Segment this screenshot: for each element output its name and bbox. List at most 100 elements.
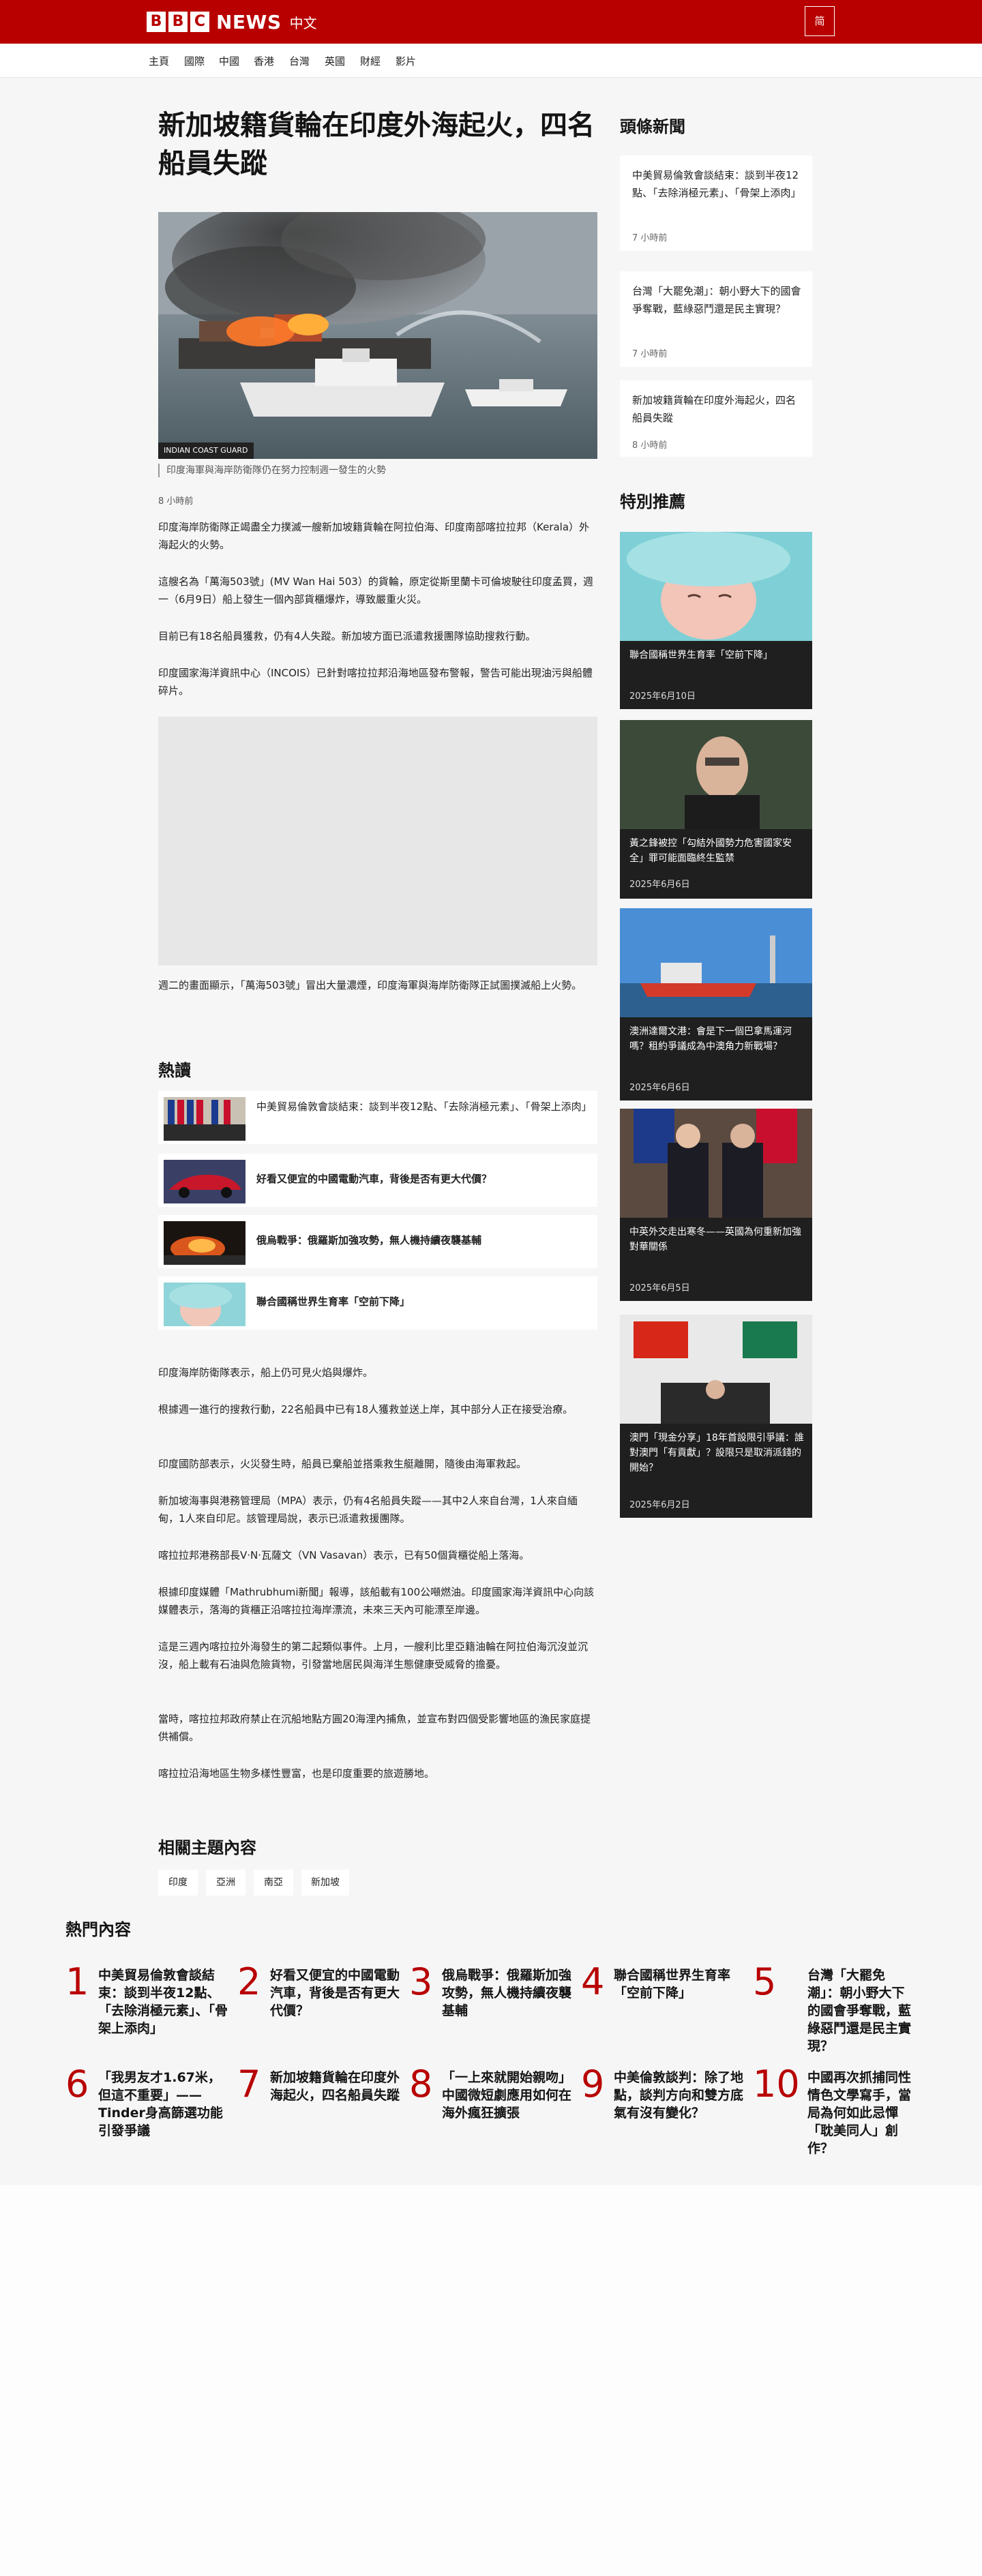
nav-item-home[interactable]: 主頁 [149,54,169,68]
bbc-news-logo[interactable]: B B C NEWS 中文 [147,10,317,33]
nav-bar: 主頁 國際 中國 香港 台灣 英國 財經 影片 [0,44,982,78]
article-paragraph: 喀拉拉邦港務部長V·N·瓦薩文（VN Vasavan）表示，已有50個貨櫃從船上… [158,1549,530,1561]
most-read-title-text: 好看又便宜的中國電動汽車，背後是否有更大代價？ [270,1968,400,2018]
video-player[interactable] [158,717,597,965]
hero-image-burning-ship [158,212,597,459]
related-topics-title: 相關主題內容 [158,1838,256,1857]
most-read-title-text: 聯合國稱世界生育率「空前下降」 [614,1968,731,2001]
article-paragraph: 這是三週內喀拉拉外海發生的第二起類似事件。上月，一艘利比里亞籍油輪在阿拉伯海沉沒… [158,1641,589,1671]
most-read-item[interactable]: 3 俄烏戰爭：俄羅斯加強攻勢，無人機持續夜襲基輔 [409,1961,578,2050]
image-credit: INDIAN COAST GUARD [158,443,254,459]
most-read-item[interactable]: 9 中美倫敦談判：除了地點，談判方向和雙方底氣有沒有變化？ [581,2063,750,2152]
featured-card[interactable]: 聯合國稱世界生育率「空前下降」 2025年6月10日 [620,532,812,709]
baby-image [620,532,812,641]
top-story-time: 7 小時前 [632,349,668,359]
most-read-rank: 10 [753,2063,800,2106]
popular-item-title: 好看又便宜的中國電動汽車，背後是否有更大代價？ [256,1173,492,1185]
most-read-title-text: 「一上來就開始親吻」 中國微短劇應用如何在海外瘋狂擴張 [442,2070,572,2121]
most-read-title-text: 「我男友才1.67米，但這不重要」——Tinder身高篩選功能引發爭議 [98,2070,223,2138]
macau-ceremony-image [620,1315,812,1424]
featured-card[interactable]: 黃之鋒被控「勾結外國勢力危害國家安全」罪可能面臨終生監禁 2025年6月6日 [620,720,812,899]
most-read-rank: 2 [237,1960,261,2003]
most-read-item[interactable]: 8 「一上來就開始親吻」 中國微短劇應用如何在海外瘋狂擴張 [409,2063,578,2152]
popular-item-title: 俄烏戰爭：俄羅斯加強攻勢，無人機持續夜襲基輔 [256,1234,482,1246]
tag-asia[interactable]: 亞洲 [206,1870,246,1896]
top-story-card[interactable]: 台灣「大罷免潮」：朝小野大下的國會爭奪戰，藍綠惡鬥還是民主實現？ 7 小時前 [620,271,812,367]
car-image [164,1160,246,1203]
popular-item[interactable]: 好看又便宜的中國電動汽車，背後是否有更大代價？ [158,1154,597,1207]
article-paragraph: 喀拉拉沿海地區生物多樣性豐富，也是印度重要的旅遊勝地。 [158,1767,435,1780]
featured-card-date: 2025年6月5日 [629,1283,690,1293]
article-paragraph: 目前已有18名船員獲救，仍有4人失蹤。新加坡方面已派遣救援團隊協助搜救行動。 [158,630,536,642]
most-read-item[interactable]: 10 中國再次抓捕同性情色文學寫手，當局為何如此忌憚「耽美同人」創作？ [753,2063,917,2157]
popular-item[interactable]: 俄烏戰爭：俄羅斯加強攻勢，無人機持續夜襲基輔 [158,1215,597,1268]
most-read-item[interactable]: 1 中美貿易倫敦會談結束：談到半夜12點、「去除消極元素」、「骨架上添肉」 [65,1961,235,2050]
port-image [620,908,812,1017]
popular-item[interactable]: 聯合國稱世界生育率「空前下降」 [158,1276,597,1330]
most-read-rank: 3 [409,1960,433,2003]
article-paragraph: 這艘名為「萬海503號」(MV Wan Hai 503）的貨輪，原定從斯里蘭卡可… [158,575,593,605]
article-paragraph: 新加坡海事與港務管理局（MPA）表示，仍有4名船員失蹤——其中2人來自台灣，1人… [158,1495,578,1525]
featured-card-date: 2025年6月6日 [629,880,690,890]
featured-card[interactable]: 澳門「現金分享」18年首設限引爭議：誰對澳門「有貢獻」？設限只是取消派錢的開始？… [620,1315,812,1518]
logo-news: NEWS [216,10,282,33]
nav-item-world[interactable]: 國際 [184,54,205,68]
featured-title: 特別推薦 [620,492,685,511]
nav-item-video[interactable]: 影片 [396,54,416,68]
most-read-item[interactable]: 5 台灣「大罷免潮」：朝小野大下的國會爭奪戰，藍綠惡鬥還是民主實現？ [753,1961,917,2054]
most-read-item[interactable]: 2 好看又便宜的中國電動汽車，背後是否有更大代價？ [237,1961,406,2050]
nav-item-taiwan[interactable]: 台灣 [289,54,310,68]
top-story-card[interactable]: 新加坡籍貨輪在印度外海起火，四名船員失蹤 8 小時前 [620,380,812,457]
top-story-time: 8 小時前 [632,440,668,451]
article-timestamp: 8 小時前 [158,496,194,507]
portrait-image [620,720,812,829]
logo-letter-b2: B [168,12,188,32]
most-read-item[interactable]: 6 「我男友才1.67米，但這不重要」——Tinder身高篩選功能引發爭議 [65,2063,235,2152]
nav-item-business[interactable]: 財經 [360,54,381,68]
image-caption: 印度海軍與海岸防衛隊仍在努力控制週一發生的火勢 [158,464,386,477]
article-title: 新加坡籍貨輪在印度外海起火，四名船員失蹤 [158,110,595,179]
flags-image [164,1097,246,1141]
article-paragraph: 當時，喀拉拉邦政府禁止在沉船地點方圓20海浬內捕魚，並宣布對四個受影響地區的漁民… [158,1713,591,1743]
top-story-card[interactable]: 中美貿易倫敦會談結束：談到半夜12點、「去除消極元素」、「骨架上添肉」 7 小時… [620,155,812,251]
article-paragraph: 印度國家海洋資訊中心（INCOIS）已針對喀拉拉邦沿海地區發布警報，警告可能出現… [158,667,593,697]
top-stories-title: 頭條新聞 [620,117,685,136]
most-read-rank: 9 [581,2063,605,2106]
most-read-title-text: 中國再次抓捕同性情色文學寫手，當局為何如此忌憚「耽美同人」創作？ [807,2070,912,2156]
featured-card-date: 2025年6月6日 [629,1083,690,1093]
article-paragraph: 印度海岸防衛隊正竭盡全力撲滅一艘新加坡籍貨輪在阿拉伯海、印度南部喀拉拉邦（Ker… [158,521,590,551]
tag-singapore[interactable]: 新加坡 [301,1870,349,1896]
most-read-title-text: 台灣「大罷免潮」：朝小野大下的國會爭奪戰，藍綠惡鬥還是民主實現？ [807,1968,912,2054]
nav-item-hongkong[interactable]: 香港 [254,54,274,68]
nav-item-uk[interactable]: 英國 [325,54,345,68]
leaders-handshake-image [620,1109,812,1218]
featured-card[interactable]: 中英外交走出寒冬——英國為何重新加強對華關係 2025年6月5日 [620,1109,812,1301]
featured-card[interactable]: 澳洲達爾文港：會是下一個巴拿馬運河嗎？租約爭議成為中澳角力新戰場？ 2025年6… [620,908,812,1100]
baby-image [164,1283,246,1326]
popular-item[interactable]: 中美貿易倫敦會談結束：談到半夜12點、「去除消極元素」、「骨架上添肉」 [158,1091,597,1144]
top-story-time: 7 小時前 [632,233,668,243]
featured-card-title: 澳門「現金分享」18年首設限引爭議：誰對澳門「有貢獻」？設限只是取消派錢的開始？ [629,1433,804,1473]
featured-card-title: 黃之鋒被控「勾結外國勢力危害國家安全」罪可能面臨終生監禁 [629,838,792,864]
most-read-item[interactable]: 7 新加坡籍貨輪在印度外海起火，四名船員失蹤 [237,2063,406,2152]
most-read-item[interactable]: 4 聯合國稱世界生育率「空前下降」 [581,1961,750,2050]
most-read-rank: 1 [65,1960,89,2003]
logo-letter-b1: B [147,12,166,32]
most-read-title-text: 俄烏戰爭：俄羅斯加強攻勢，無人機持續夜襲基輔 [442,1968,572,2018]
featured-card-title: 中英外交走出寒冬——英國為何重新加強對華關係 [629,1227,801,1253]
most-read-rank: 7 [237,2063,261,2106]
logo-chinese: 中文 [289,14,317,31]
simplified-chinese-toggle-button[interactable]: 简 [805,6,835,36]
nav-item-china[interactable]: 中國 [219,54,239,68]
popular-item-title: 中美貿易倫敦會談結束：談到半夜12點、「去除消極元素」、「骨架上添肉」 [256,1100,592,1113]
popular-item-title: 聯合國稱世界生育率「空前下降」 [256,1296,411,1308]
most-read-title-text: 中美倫敦談判：除了地點，談判方向和雙方底氣有沒有變化？ [614,2070,744,2121]
tag-india[interactable]: 印度 [158,1870,198,1896]
most-read-rank: 6 [65,2063,89,2106]
featured-card-date: 2025年6月2日 [629,1500,690,1510]
top-story-title: 台灣「大罷免潮」：朝小野大下的國會爭奪戰，藍綠惡鬥還是民主實現？ [632,285,801,315]
article-paragraph: 根據週一進行的搜救行動，22名船員中已有18人獲救並送上岸，其中部分人正在接受治… [158,1403,574,1416]
most-read-rank: 8 [409,2063,433,2106]
tag-south-asia[interactable]: 南亞 [254,1870,293,1896]
page-footer-blank [0,2185,982,2576]
